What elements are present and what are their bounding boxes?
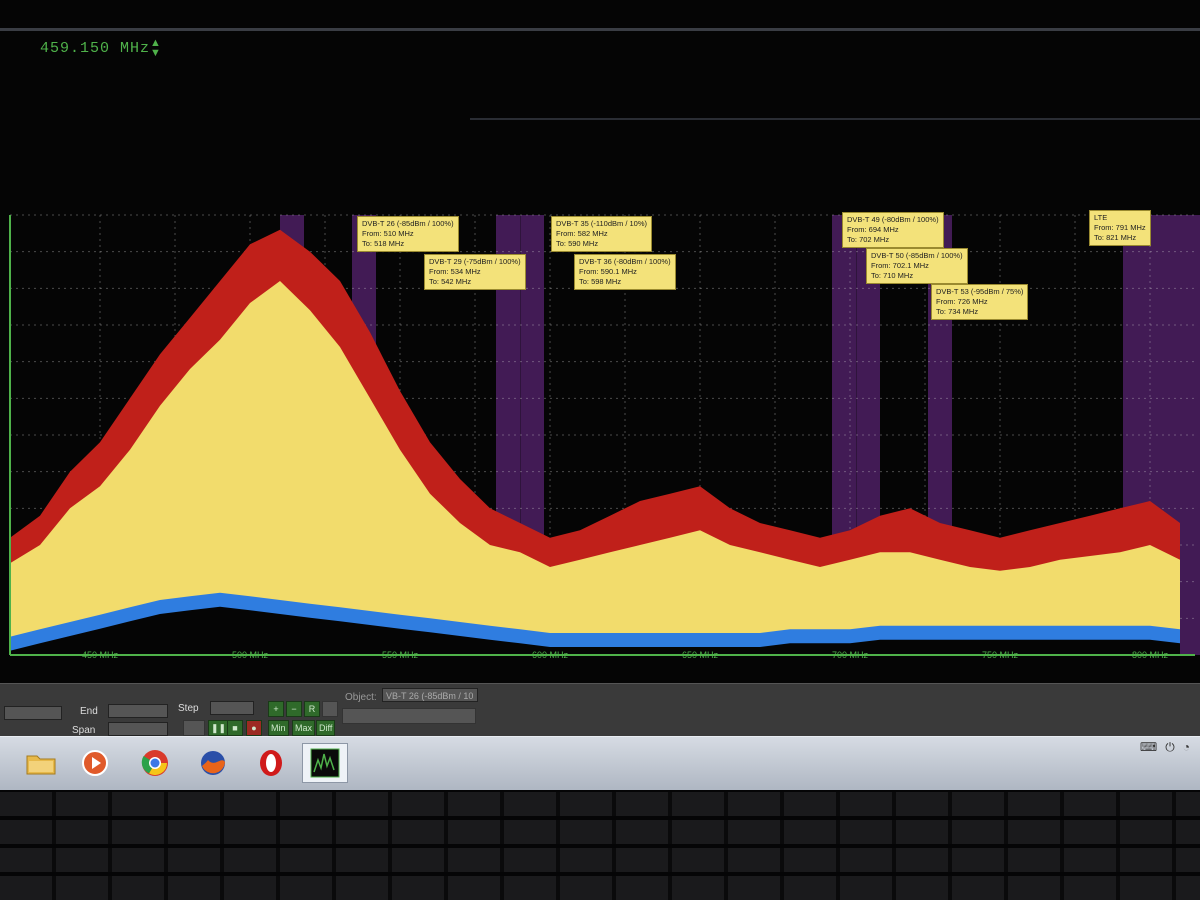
- taskbar: ⌨ ⏻ ◔: [0, 736, 1200, 790]
- x-tick-label: 700 MHz: [831, 650, 869, 660]
- application-screen: 459.150 MHz ▲ ▼ DVB-T 26 (-85dBm / 100%) F…: [0, 0, 1200, 790]
- media-player-icon[interactable]: [72, 743, 118, 783]
- end-label: End: [80, 706, 98, 717]
- toolbar-divider: [470, 118, 1200, 120]
- x-tick-label: 800 MHz: [1131, 650, 1169, 660]
- record-button[interactable]: ●: [246, 720, 262, 736]
- max-toggle[interactable]: Max: [292, 720, 316, 736]
- spectrum-analyzer-icon[interactable]: [302, 743, 348, 783]
- control-bar: End Span Step ❚❚ ■ ● + − R Min Max Diff …: [0, 683, 1200, 742]
- tooltip-title: DVB-T 50 (-85dBm / 100%): [871, 251, 963, 260]
- object-label: Object:: [345, 692, 377, 703]
- tooltip-to: To: 518 MHz: [362, 239, 405, 248]
- channel-tooltip: DVB-T 26 (-85dBm / 100%) From: 510 MHz To:…: [357, 216, 459, 252]
- title-divider: [0, 28, 1200, 31]
- tooltip-title: DVB-T 35 (-110dBm / 10%): [556, 219, 648, 228]
- folder-icon[interactable]: [18, 743, 64, 783]
- x-tick-label: 650 MHz: [681, 650, 719, 660]
- span-label: Span: [72, 725, 96, 736]
- channel-tooltip: DVB-T 50 (-85dBm / 100%) From: 702.1 MHz T…: [866, 248, 968, 284]
- tooltip-from: From: 702.1 MHz: [871, 261, 929, 270]
- tooltip-from: From: 726 MHz: [936, 297, 988, 306]
- tooltip-to: To: 821 MHz: [1094, 233, 1137, 242]
- channel-tooltip: DVB-T 49 (-80dBm / 100%) From: 694 MHz To:…: [842, 212, 944, 248]
- tooltip-to: To: 702 MHz: [847, 235, 890, 244]
- zoom-in-button[interactable]: +: [268, 701, 284, 717]
- object-field[interactable]: VB-T 26 (-85dBm / 10: [382, 688, 478, 702]
- diff-toggle[interactable]: Diff: [316, 720, 336, 736]
- opera-icon[interactable]: [248, 743, 294, 783]
- clock-icon[interactable]: ◔: [1183, 740, 1190, 754]
- x-tick-label: 600 MHz: [531, 650, 569, 660]
- x-tick-label: 500 MHz: [231, 650, 269, 660]
- tooltip-to: To: 542 MHz: [429, 277, 472, 286]
- tooltip-from: From: 534 MHz: [429, 267, 481, 276]
- tooltip-from: From: 510 MHz: [362, 229, 414, 238]
- tooltip-from: From: 791 MHz: [1094, 223, 1146, 232]
- x-tick-label: 750 MHz: [981, 650, 1019, 660]
- channel-tooltip: DVB-T 53 (-95dBm / 75%) From: 726 MHz To: …: [931, 284, 1029, 320]
- laptop-keyboard: [0, 790, 1200, 900]
- system-tray: ⌨ ⏻ ◔: [1140, 737, 1190, 757]
- span-field[interactable]: [108, 722, 168, 736]
- x-tick-label: 550 MHz: [381, 650, 419, 660]
- tooltip-to: To: 590 MHz: [556, 239, 599, 248]
- rewind-button[interactable]: [183, 720, 205, 736]
- step-field[interactable]: [210, 701, 254, 715]
- end-field[interactable]: [108, 704, 168, 718]
- channel-tooltip: DVB-T 36 (-80dBm / 100%) From: 590.1 MHz T…: [574, 254, 676, 290]
- tooltip-title: DVB-T 36 (-80dBm / 100%): [579, 257, 671, 266]
- keyboard-icon[interactable]: ⌨: [1140, 740, 1157, 754]
- tooltip-title: DVB-T 49 (-80dBm / 100%): [847, 215, 939, 224]
- firefox-icon[interactable]: [190, 743, 236, 783]
- tooltip-title: DVB-T 29 (-75dBm / 100%): [429, 257, 521, 266]
- channel-tooltip: LTE From: 791 MHz To: 821 MHz: [1089, 210, 1151, 246]
- tooltip-title: LTE: [1094, 213, 1108, 222]
- object-toolbar[interactable]: [342, 708, 476, 724]
- tooltip-to: To: 734 MHz: [936, 307, 979, 316]
- start-freq-field[interactable]: [4, 706, 62, 720]
- tooltip-to: To: 598 MHz: [579, 277, 622, 286]
- channel-tooltip: DVB-T 29 (-75dBm / 100%) From: 534 MHz To:…: [424, 254, 526, 290]
- frequency-spinner-icon[interactable]: ▲ ▼: [150, 38, 161, 59]
- tooltip-to: To: 710 MHz: [871, 271, 914, 280]
- tooltip-from: From: 590.1 MHz: [579, 267, 637, 276]
- center-frequency-display[interactable]: 459.150 MHz: [40, 40, 150, 57]
- zoom-out-button[interactable]: −: [286, 701, 302, 717]
- min-toggle[interactable]: Min: [268, 720, 289, 736]
- extra-button[interactable]: [322, 701, 338, 717]
- tooltip-title: DVB-T 26 (-85dBm / 100%): [362, 219, 454, 228]
- power-icon[interactable]: ⏻: [1165, 740, 1175, 755]
- stop-button[interactable]: ■: [227, 720, 243, 736]
- tooltip-from: From: 582 MHz: [556, 229, 608, 238]
- pause-button[interactable]: ❚❚: [208, 720, 230, 736]
- tooltip-from: From: 694 MHz: [847, 225, 899, 234]
- step-label: Step: [178, 703, 199, 714]
- reset-button[interactable]: R: [304, 701, 320, 717]
- channel-tooltip: DVB-T 35 (-110dBm / 10%) From: 582 MHz To:…: [551, 216, 653, 252]
- x-tick-label: 450 MHz: [81, 650, 119, 660]
- tooltip-title: DVB-T 53 (-95dBm / 75%): [936, 287, 1024, 296]
- chrome-icon[interactable]: [132, 743, 178, 783]
